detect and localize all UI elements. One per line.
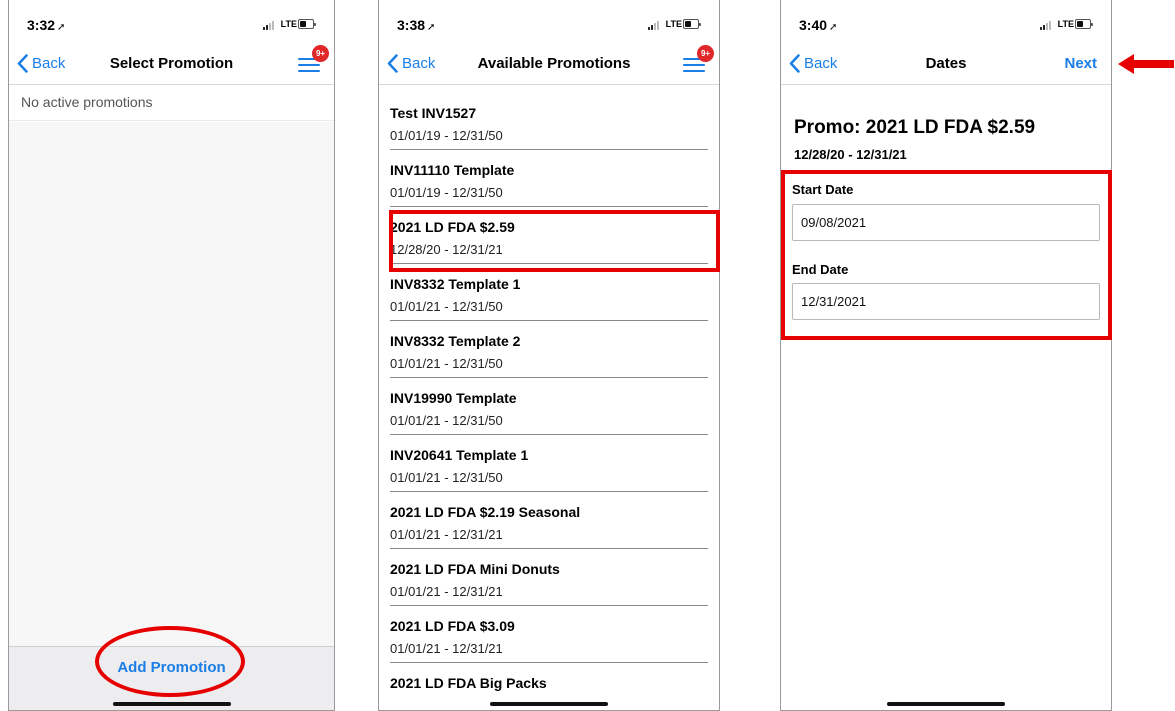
promo-date-range: 12/28/20 - 12/31/21 bbox=[794, 147, 907, 162]
promotion-name: INV20641 Template 1 bbox=[390, 447, 529, 463]
home-indicator bbox=[112, 702, 231, 706]
bottom-toolbar: Add Promotion bbox=[9, 646, 334, 710]
status-bar: 3:32 ➚ LTE bbox=[9, 0, 334, 46]
list-item[interactable]: 2021 LD FDA $2.59 12/28/20 - 12/31/21 bbox=[390, 199, 708, 264]
end-date-label: End Date bbox=[792, 262, 849, 277]
status-bar: 3:38 ➚ LTE bbox=[379, 0, 719, 46]
list-item[interactable]: 2021 LD FDA $3.09 01/01/21 - 12/31/21 bbox=[390, 598, 708, 663]
nav-bar: Back Select Promotion 9+ bbox=[9, 45, 334, 85]
nav-bar: Back Available Promotions 9+ bbox=[379, 45, 719, 85]
page-title: Dates bbox=[925, 55, 967, 72]
promotion-dates: 12/28/20 - 12/31/21 bbox=[390, 242, 503, 257]
list-item[interactable]: 2021 LD FDA Mini Donuts 01/01/21 - 12/31/… bbox=[390, 541, 708, 606]
home-indicator bbox=[490, 702, 608, 706]
signal-icon bbox=[648, 21, 661, 30]
promotion-name: Test INV1527 bbox=[390, 105, 477, 121]
promotion-name: 2021 LD FDA Mini Donuts bbox=[390, 561, 560, 577]
list-item[interactable]: 2021 LD FDA $2.19 Seasonal 01/01/21 - 12/… bbox=[390, 484, 708, 549]
list-item[interactable]: INV20641 Template 1 01/01/21 - 12/31/50 bbox=[390, 427, 708, 492]
signal-icon bbox=[263, 21, 276, 30]
list-item[interactable]: INV19990 Template 01/01/21 - 12/31/50 bbox=[390, 370, 708, 435]
red-arrow-left-icon bbox=[1118, 54, 1174, 74]
screen-select-promotion: 3:32 ➚ LTE Back Select Promotion 9+ No ac… bbox=[8, 0, 335, 711]
add-promotion-button[interactable]: Add Promotion bbox=[9, 659, 334, 676]
promotion-name: INV19990 Template bbox=[390, 390, 517, 406]
promotion-name: INV11110 Template bbox=[390, 162, 515, 178]
screen-dates: 3:40 ➚ LTE Back Dates Next Promo: 2021 LD… bbox=[780, 0, 1112, 711]
promotion-dates: 01/01/21 - 12/31/21 bbox=[390, 527, 503, 542]
empty-message: No active promotions bbox=[9, 85, 334, 121]
promotion-name: 2021 LD FDA $2.19 Seasonal bbox=[390, 504, 581, 520]
status-time: 3:40 ➚ bbox=[799, 17, 838, 33]
promotion-dates: 01/01/19 - 12/31/50 bbox=[390, 128, 503, 143]
end-date-field[interactable] bbox=[792, 283, 1100, 320]
page-title: Available Promotions bbox=[477, 55, 631, 72]
start-date-label: Start Date bbox=[792, 182, 854, 197]
promotion-name: 2021 LD FDA Big Packs bbox=[390, 675, 547, 691]
notification-badge: 9+ bbox=[312, 45, 329, 62]
list-item[interactable]: INV8332 Template 2 01/01/21 - 12/31/50 bbox=[390, 313, 708, 378]
promotion-list: Test INV1527 01/01/19 - 12/31/50 INV11110… bbox=[379, 85, 719, 710]
page-title: Select Promotion bbox=[109, 55, 234, 72]
carrier-label: LTE bbox=[1057, 19, 1074, 29]
battery-icon bbox=[298, 19, 316, 29]
promotion-dates: 01/01/21 - 12/31/50 bbox=[390, 356, 503, 371]
location-arrow-icon: ➚ bbox=[57, 22, 66, 33]
list-item[interactable]: Test INV1527 01/01/19 - 12/31/50 bbox=[390, 85, 708, 150]
home-indicator bbox=[887, 702, 1005, 706]
promotion-name: 2021 LD FDA $2.59 bbox=[390, 219, 515, 235]
list-item[interactable]: INV11110 Template 01/01/19 - 12/31/50 bbox=[390, 142, 708, 207]
carrier-label: LTE bbox=[280, 19, 297, 29]
signal-icon bbox=[1040, 21, 1053, 30]
list-item[interactable]: INV8332 Template 1 01/01/21 - 12/31/50 bbox=[390, 256, 708, 321]
promo-title: Promo: 2021 LD FDA $2.59 bbox=[794, 117, 1036, 138]
promotion-dates: 01/01/21 - 12/31/50 bbox=[390, 470, 503, 485]
location-arrow-icon: ➚ bbox=[427, 22, 436, 33]
location-arrow-icon: ➚ bbox=[829, 22, 838, 33]
promotion-dates: 01/01/21 - 12/31/21 bbox=[390, 641, 503, 656]
carrier-label: LTE bbox=[665, 19, 682, 29]
hamburger-menu-icon[interactable]: 9+ bbox=[683, 45, 714, 72]
hamburger-menu-icon[interactable]: 9+ bbox=[298, 45, 329, 72]
screen-available-promotions: 3:38 ➚ LTE Back Available Promotions 9+ T… bbox=[378, 0, 720, 711]
nav-bar: Back Dates Next bbox=[781, 46, 1111, 85]
promotion-name: INV8332 Template 2 bbox=[390, 333, 521, 349]
promotion-dates: 01/01/21 - 12/31/21 bbox=[390, 584, 503, 599]
content-area bbox=[9, 122, 334, 647]
next-button[interactable]: Next bbox=[1064, 55, 1097, 72]
battery-icon bbox=[1075, 19, 1093, 29]
promotion-dates: 01/01/19 - 12/31/50 bbox=[390, 185, 503, 200]
notification-badge: 9+ bbox=[697, 45, 714, 62]
promotion-dates: 01/01/21 - 12/31/50 bbox=[390, 299, 503, 314]
promotion-dates: 01/01/21 - 12/31/50 bbox=[390, 413, 503, 428]
status-time: 3:32 ➚ bbox=[27, 17, 66, 33]
promotion-name: INV8332 Template 1 bbox=[390, 276, 521, 292]
status-time: 3:38 ➚ bbox=[397, 17, 436, 33]
battery-icon bbox=[683, 19, 701, 29]
status-bar: 3:40 ➚ LTE bbox=[781, 0, 1111, 46]
promotion-name: 2021 LD FDA $3.09 bbox=[390, 618, 515, 634]
start-date-field[interactable] bbox=[792, 204, 1100, 241]
